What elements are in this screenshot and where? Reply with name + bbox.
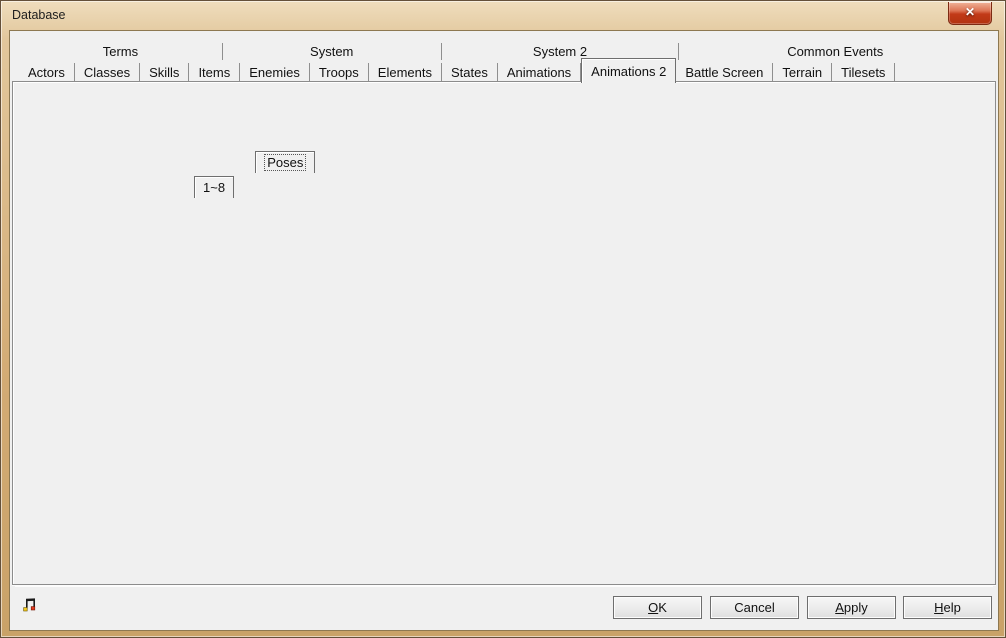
- tab-classes[interactable]: Classes: [75, 63, 140, 82]
- tab-animations2[interactable]: Animations 2: [581, 58, 676, 83]
- database-window: Database ✕ Terms System System 2 Common …: [0, 0, 1006, 638]
- tab-poses[interactable]: Poses: [255, 151, 315, 173]
- window-title: Database: [12, 8, 66, 22]
- tab-battle-screen[interactable]: Battle Screen: [676, 63, 773, 82]
- title-bar: Database ✕: [1, 1, 1005, 30]
- tab-range-1-8[interactable]: 1~8: [194, 176, 234, 198]
- tab-skills[interactable]: Skills: [140, 63, 189, 82]
- cancel-button[interactable]: Cancel: [710, 596, 799, 619]
- tab-terrain[interactable]: Terrain: [773, 63, 832, 82]
- tab-system[interactable]: System: [223, 43, 442, 60]
- tab-strip: Actors Classes Skills Items Enemies Troo…: [19, 60, 895, 82]
- tab-troops[interactable]: Troops: [310, 63, 369, 82]
- footer-separator: [15, 585, 993, 587]
- tab-animations[interactable]: Animations: [498, 63, 581, 82]
- apply-button[interactable]: Apply: [807, 596, 896, 619]
- tab-group-row: Terms System System 2 Common Events: [19, 41, 991, 60]
- tab-actors[interactable]: Actors: [19, 63, 75, 82]
- tab-tilesets[interactable]: Tilesets: [832, 63, 895, 82]
- animations2-page: [12, 81, 996, 585]
- tab-states[interactable]: States: [442, 63, 498, 82]
- help-button[interactable]: Help: [903, 596, 992, 619]
- close-icon: ✕: [965, 5, 975, 19]
- music-note-icon: [22, 597, 40, 615]
- ok-button[interactable]: OK: [613, 596, 702, 619]
- tab-enemies[interactable]: Enemies: [240, 63, 310, 82]
- tab-elements[interactable]: Elements: [369, 63, 442, 82]
- tab-terms[interactable]: Terms: [19, 43, 223, 60]
- tab-items[interactable]: Items: [189, 63, 240, 82]
- tab-common-events[interactable]: Common Events: [679, 43, 991, 60]
- close-button[interactable]: ✕: [948, 2, 992, 25]
